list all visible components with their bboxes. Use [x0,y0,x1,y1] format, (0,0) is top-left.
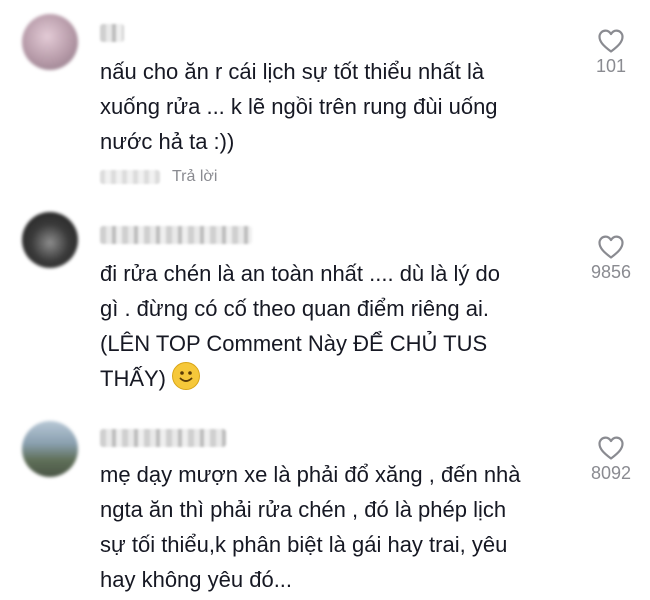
username-blurred[interactable] [100,429,226,447]
comment-meta: Trả lời [100,166,217,188]
comment-item: nấu cho ăn r cái lịch sự tốt thiểu nhất … [0,0,650,200]
slightly-smiling-face-icon [172,362,201,390]
reply-button[interactable]: Trả lời [172,168,217,186]
username-blurred[interactable] [100,226,252,244]
comment-text: đi rửa chén là an toàn nhất .... dù là l… [100,256,570,396]
like-button[interactable]: 8092 [584,435,638,484]
like-count: 8092 [590,463,632,483]
heart-outline-icon [598,29,624,53]
like-count: 9856 [590,262,632,282]
like-button[interactable]: 101 [584,28,638,77]
avatar[interactable] [22,212,78,268]
timestamp-blurred [100,170,160,184]
avatar[interactable] [22,421,78,477]
like-button[interactable]: 9856 [584,234,638,283]
comment-text-body: đi rửa chén là an toàn nhất .... dù là l… [100,261,500,391]
like-count: 101 [595,56,627,76]
heart-outline-icon [598,436,624,460]
heart-outline-icon [598,235,624,259]
comment-text: mẹ dạy mượn xe là phải đổ xăng , đến nhà… [100,462,521,592]
comment-text: nấu cho ăn r cái lịch sự tốt thiểu nhất … [100,59,498,154]
username-blurred[interactable] [100,24,124,42]
avatar[interactable] [22,14,78,70]
comment-item: đi rửa chén là an toàn nhất .... dù là l… [0,200,650,415]
comment-item: mẹ dạy mượn xe là phải đổ xăng , đến nhà… [0,415,650,600]
